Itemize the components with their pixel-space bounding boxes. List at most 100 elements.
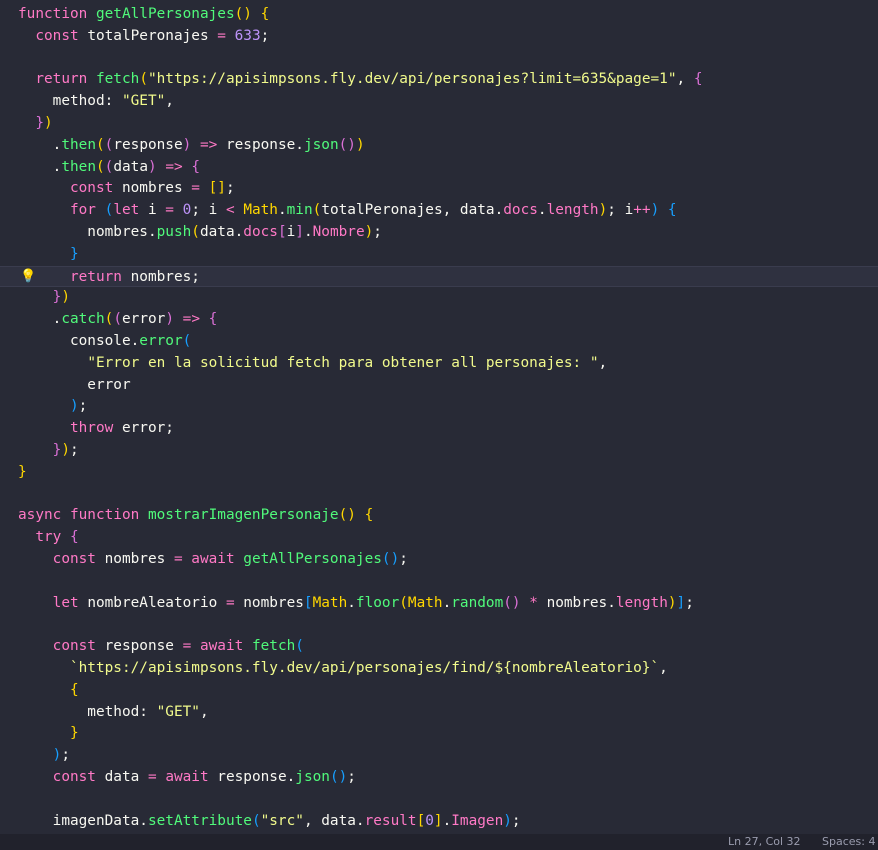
code-token: totalPeronajes, data.: [321, 202, 504, 219]
code-token: ,: [598, 354, 608, 371]
code-token: (: [295, 638, 304, 655]
code-token: result: [364, 812, 417, 829]
code-line[interactable]: return nombres; 💡: [0, 265, 878, 288]
code-line[interactable]: .catch((error) => {: [0, 309, 878, 331]
code-line[interactable]: }: [0, 462, 878, 484]
code-token: "src": [260, 812, 304, 829]
code-editor[interactable]: function getAllPersonajes() { const tota…: [0, 0, 878, 834]
code-token: totalPeronajes: [87, 27, 218, 44]
code-token: (): [381, 551, 400, 567]
code-token: ): [503, 812, 512, 829]
code-token: ,: [676, 71, 694, 88]
code-line-text: {: [18, 680, 79, 702]
cursor-position[interactable]: Ln 27, Col 32: [728, 834, 801, 850]
code-token: json: [295, 769, 330, 785]
code-token: const: [69, 180, 122, 197]
code-line[interactable]: );: [0, 396, 878, 418]
code-token: 0: [425, 812, 434, 829]
code-line[interactable]: imagenData.setAttribute("src", data.resu…: [0, 811, 878, 833]
code-line[interactable]: throw error;: [0, 418, 878, 440]
code-token: fetch: [95, 71, 140, 88]
code-token: =: [147, 769, 157, 785]
code-line[interactable]: }): [0, 287, 878, 309]
code-token: }: [69, 245, 79, 262]
code-token: function: [18, 6, 96, 22]
code-line[interactable]: [0, 48, 878, 70]
code-line[interactable]: async function mostrarImagenPersonaje() …: [0, 505, 878, 527]
lightbulb-icon[interactable]: 💡: [20, 269, 36, 284]
code-line[interactable]: `https://apisimpsons.fly.dev/api/persona…: [0, 658, 878, 680]
code-line[interactable]: .then((response) => response.json()): [0, 135, 878, 157]
code-line[interactable]: const nombres = [];: [0, 178, 878, 200]
code-line[interactable]: error: [0, 375, 878, 397]
code-token: const: [52, 769, 105, 785]
code-token: ;: [373, 224, 382, 240]
code-line[interactable]: function getAllPersonajes() {: [0, 4, 878, 26]
code-line[interactable]: const totalPeronajes = 633;: [0, 26, 878, 48]
code-line[interactable]: .then((data) => {: [0, 157, 878, 179]
code-line-text: .catch((error) => {: [18, 309, 218, 331]
code-line-text: .then((response) => response.json()): [18, 135, 365, 157]
indentation-setting[interactable]: Spaces: 4: [822, 834, 875, 850]
code-line[interactable]: method: "GET",: [0, 702, 878, 724]
code-token: fetch: [251, 638, 296, 655]
code-token: nombreAleatorio: [87, 594, 226, 611]
code-token: "GET": [156, 703, 200, 720]
code-token: nombres.: [18, 224, 157, 240]
code-line-text: `https://apisimpsons.fly.dev/api/persona…: [18, 658, 668, 680]
code-line[interactable]: method: "GET",: [0, 91, 878, 113]
code-token: getAllPersonajes: [95, 6, 235, 22]
code-line[interactable]: console.error(: [0, 331, 878, 353]
code-token: (): [338, 507, 356, 524]
code-token: (: [95, 158, 105, 175]
code-line[interactable]: [0, 571, 878, 593]
code-token: ;: [225, 180, 235, 197]
code-line-text: try {: [18, 527, 78, 549]
code-token: ;: [260, 27, 270, 44]
code-token: (): [338, 136, 356, 153]
code-line[interactable]: [0, 614, 878, 636]
code-token: ]: [433, 812, 443, 829]
code-token: console.: [18, 333, 140, 349]
code-line[interactable]: "Error en la solicitud fetch para obtene…: [0, 353, 878, 375]
code-token: random: [451, 594, 504, 611]
code-token: docs: [503, 202, 538, 219]
code-line[interactable]: });: [0, 440, 878, 462]
code-line[interactable]: );: [0, 745, 878, 767]
code-line[interactable]: }: [0, 244, 878, 266]
code-line[interactable]: try {: [0, 527, 878, 549]
code-line[interactable]: {: [0, 680, 878, 702]
code-token: .: [442, 594, 452, 611]
code-line[interactable]: const data = await response.json();: [0, 767, 878, 789]
code-line[interactable]: }: [0, 723, 878, 745]
code-token: return: [69, 268, 131, 285]
code-line[interactable]: return fetch("https://apisimpsons.fly.de…: [0, 69, 878, 91]
code-token: const: [52, 638, 105, 655]
code-line[interactable]: [0, 484, 878, 506]
code-line[interactable]: [0, 789, 878, 811]
code-token: (: [139, 71, 148, 88]
code-line[interactable]: for (let i = 0; i < Math.min(totalPerona…: [0, 200, 878, 222]
code-token: .: [18, 158, 62, 175]
code-line-text: for (let i = 0; i < Math.min(totalPerona…: [18, 200, 677, 222]
code-line[interactable]: nombres.push(data.docs[i].Nombre);: [0, 222, 878, 244]
code-line[interactable]: const response = await fetch(: [0, 636, 878, 658]
code-line[interactable]: const nombres = await getAllPersonajes()…: [0, 549, 878, 571]
code-token: ;: [61, 747, 70, 764]
code-token: then: [61, 158, 96, 175]
code-token: ;: [511, 812, 521, 829]
code-line[interactable]: let nombreAleatorio = nombres[Math.floor…: [0, 593, 878, 615]
code-token: =>: [199, 136, 218, 153]
code-line[interactable]: }): [0, 113, 878, 135]
code-token: .: [442, 812, 452, 829]
code-token: (: [182, 333, 192, 349]
code-token: return: [35, 71, 96, 88]
